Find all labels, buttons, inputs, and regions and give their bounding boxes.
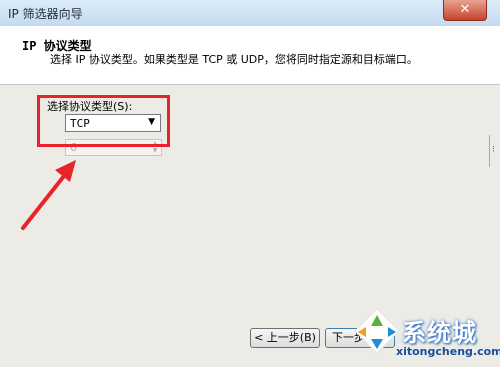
back-button[interactable]: < 上一步(B) [250,328,320,348]
watermark-url: xitongcheng.com [396,345,500,358]
watermark-brand: 系统城 [402,319,477,347]
red-arrow-icon [21,160,76,230]
watermark-logo-icon [354,308,400,354]
